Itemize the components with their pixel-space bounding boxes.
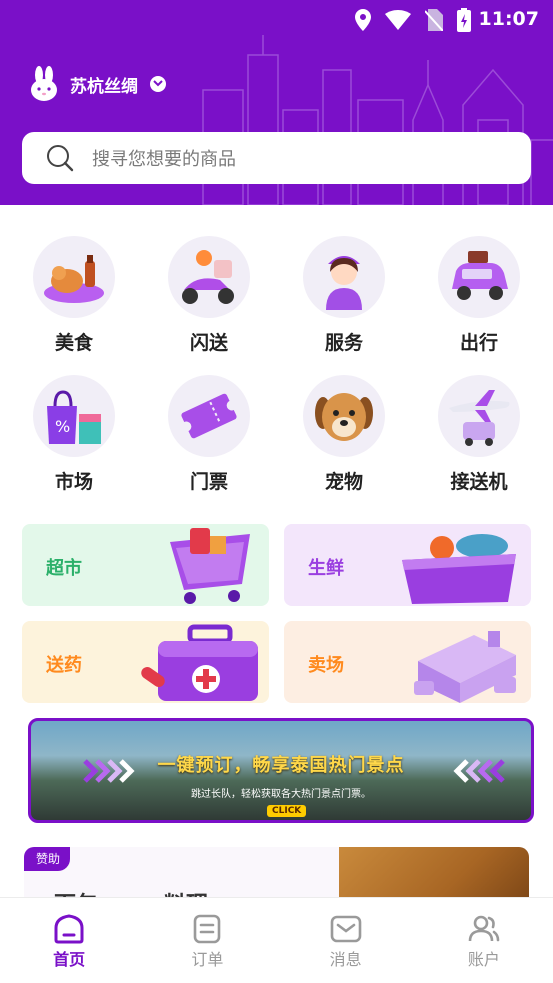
location-selector[interactable]: 苏杭丝绸 [28,66,166,102]
category-label: 宠物 [324,471,363,493]
banner-subtitle: 跳过长队，轻松获取各大热门景点门票。 [191,789,371,800]
tile-label: 超市 [46,558,82,579]
category-food[interactable]: 美食 [19,236,129,355]
tile-medicine[interactable]: 送药 [22,621,269,703]
no-sim-icon [425,9,443,31]
food-icon [33,236,115,318]
nav-home[interactable]: 首页 [0,898,138,983]
nav-messages[interactable]: 消息 [277,898,415,983]
status-icons [355,8,471,32]
tile-supermarket[interactable]: 超市 [22,524,269,606]
search-input[interactable]: 搜寻您想要的商品 [22,132,531,184]
message-icon [330,915,361,943]
airplane-icon [438,375,520,457]
category-label: 接送机 [450,471,508,493]
category-express[interactable]: 闪送 [154,236,264,355]
category-airport-transfer[interactable]: 接送机 [424,375,534,494]
orders-icon [194,914,221,944]
mall-building-icon [414,631,516,703]
promo-banner[interactable]: 一键预订，畅享泰国热门景点 跳过长队，轻松获取各大热门景点门票。 CLICK [28,718,534,823]
bottom-nav: 首页 订单 消息 账户 [0,897,553,983]
banner-right-chevrons-icon [453,759,505,783]
location-pin-icon [355,9,371,31]
category-tickets[interactable]: 门票 [154,375,264,494]
category-label: 市场 [54,471,93,493]
home-icon [54,914,84,944]
header: 11:07 苏杭丝绸 搜寻您想要的商品 [0,0,553,205]
nav-orders[interactable]: 订单 [138,898,276,983]
nav-label: 订单 [191,950,224,969]
banner-click-button[interactable]: CLICK [267,805,307,817]
category-pets[interactable]: 宠物 [289,375,399,494]
search-icon [47,145,74,172]
category-service[interactable]: 服务 [289,236,399,355]
category-label: 门票 [189,471,228,493]
shopping-cart-icon [170,528,250,604]
location-name: 苏杭丝绸 [70,76,138,97]
wifi-icon [385,10,411,30]
category-label: 出行 [459,332,498,354]
dog-icon [303,375,385,457]
medicine-box-icon [141,624,258,701]
tile-label: 生鲜 [308,558,344,579]
sponsored-badge: 赞助 [24,847,71,871]
battery-charging-icon [457,8,471,32]
shopping-bag-icon: % [33,375,115,457]
account-icon [468,915,500,942]
svg-text:%: % [55,417,70,436]
nav-label: 首页 [53,950,86,969]
home-screen: 11:07 苏杭丝绸 搜寻您想要的商品 美食 闪送 服务 出行 % 市场 门票 … [0,0,553,983]
category-label: 闪送 [189,332,228,354]
category-label: 服务 [324,332,363,354]
nav-account[interactable]: 账户 [415,898,553,983]
bunny-logo-icon [31,66,57,101]
category-label: 美食 [54,332,93,354]
chevron-down-icon[interactable] [150,76,166,92]
status-bar: 11:07 [0,0,553,40]
nav-label: 消息 [329,950,362,969]
car-icon [438,236,520,318]
tile-mall[interactable]: 卖场 [284,621,531,703]
fresh-food-basket-icon [402,534,516,604]
category-travel[interactable]: 出行 [424,236,534,355]
courier-scooter-icon [168,236,250,318]
category-market[interactable]: % 市场 [19,375,129,494]
ticket-icon [168,375,250,457]
status-time: 11:07 [478,8,539,30]
search-placeholder: 搜寻您想要的商品 [92,149,236,170]
nav-label: 账户 [467,950,500,969]
tile-fresh[interactable]: 生鲜 [284,524,531,606]
tile-label: 送药 [46,655,82,676]
tile-label: 卖场 [308,655,344,676]
service-person-icon [303,236,385,318]
